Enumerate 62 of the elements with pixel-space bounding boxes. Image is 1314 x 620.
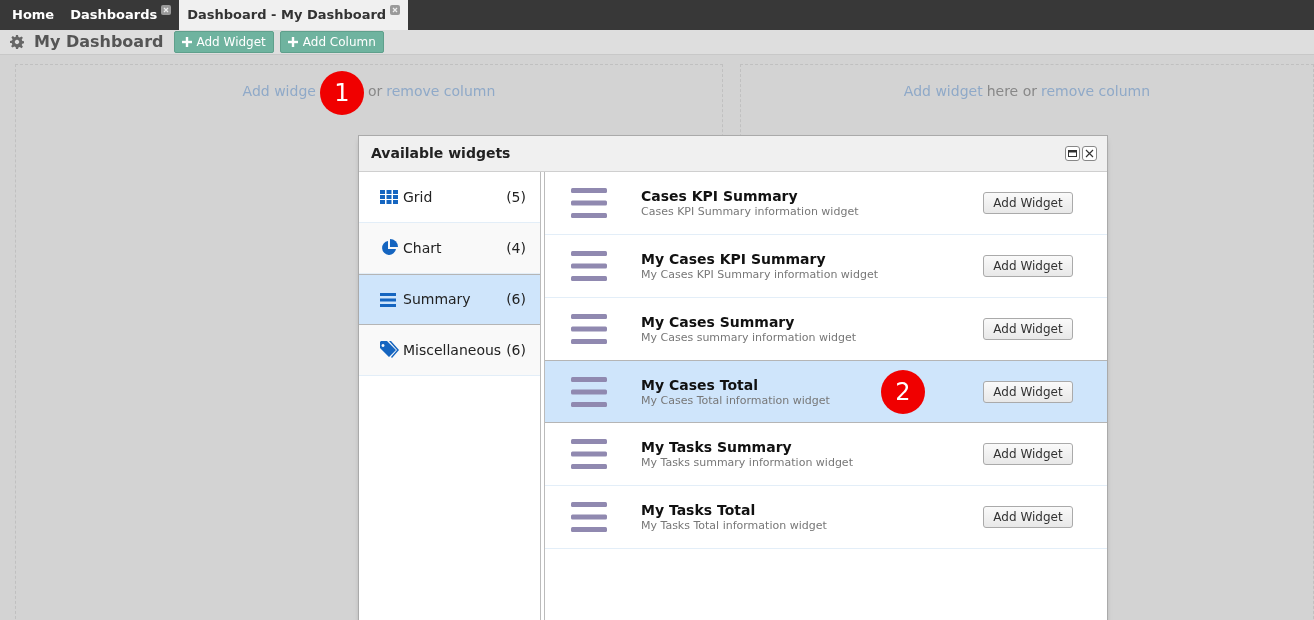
column-text: or — [367, 82, 383, 101]
widget-title: Cases KPI Summary — [641, 188, 799, 205]
widget-icon — [571, 188, 607, 218]
widget-icon — [571, 314, 607, 344]
widget-description: My Cases KPI Summary information widget — [641, 268, 879, 281]
widget-description: My Tasks summary information widget — [641, 456, 854, 469]
category-item[interactable]: Miscellaneous (6) — [359, 325, 540, 376]
category-label: Summary — [403, 290, 472, 309]
widget-icon — [571, 251, 607, 281]
plus-icon — [181, 37, 192, 47]
pie-chart-icon — [380, 239, 398, 257]
widget-description: My Cases Total information widget — [641, 393, 831, 407]
widget-title: My Cases Total — [641, 376, 759, 394]
tab[interactable]: Home — [4, 0, 63, 30]
widget-title: My Cases KPI Summary — [641, 251, 827, 268]
tags-icon — [380, 341, 400, 359]
category-count: (5) — [506, 187, 526, 207]
widget-title: My Cases Summary — [641, 314, 796, 331]
widget-row[interactable]: Cases KPI Summary Cases KPI Summary information widget Add Widget — [545, 172, 1107, 235]
add-widget-button[interactable]: Add Widget — [983, 506, 1073, 528]
category-item[interactable]: Summary (6) — [359, 274, 540, 325]
add-widget-button[interactable]: Add Widget — [983, 318, 1073, 340]
maximize-button[interactable] — [1065, 146, 1080, 161]
category-count: (6) — [506, 290, 526, 309]
add-widget-button[interactable]: Add Widget — [983, 255, 1073, 277]
widget-row[interactable]: My Cases KPI Summary My Cases KPI Summary information widget Add Widget — [545, 235, 1107, 298]
add-widget-button[interactable]: Add Widget — [983, 443, 1073, 465]
add-widget-button[interactable]: Add Widget — [983, 380, 1073, 403]
widget-icon — [571, 376, 607, 407]
add-widget-button[interactable]: Add Widget — [983, 192, 1073, 214]
category-label: Grid — [403, 187, 434, 207]
callout-badge: 1 — [319, 71, 364, 115]
maximize-icon — [1068, 150, 1077, 157]
category-label: Miscellaneous — [403, 340, 503, 360]
widget-row[interactable]: My Cases Total My Cases Total information widget 2 Add Widget — [545, 360, 1107, 423]
column-text: here or — [986, 82, 1037, 101]
tab[interactable]: Dashboards — [62, 0, 180, 30]
close-icon — [1085, 149, 1094, 158]
widget-row[interactable]: My Tasks Summary My Tasks summary information widget Add Widget — [545, 423, 1107, 486]
dashboard-title: My Dashboard — [34, 31, 164, 53]
widget-title: My Tasks Summary — [641, 439, 793, 456]
menu-lines-icon — [380, 292, 396, 307]
widget-row[interactable]: My Tasks Total My Tasks Total information widget Add Widget — [545, 486, 1107, 549]
category-label: Chart — [403, 238, 443, 258]
grid-icon — [380, 190, 398, 204]
plus-icon — [287, 37, 298, 47]
callout-badge: 2 — [881, 369, 925, 414]
widget-description: My Cases summary information widget — [641, 331, 858, 344]
close-icon[interactable] — [161, 5, 172, 15]
widget-description: My Tasks Total information widget — [641, 519, 828, 532]
category-item[interactable]: Grid (5) — [359, 172, 540, 223]
widget-title: My Tasks Total — [641, 502, 757, 519]
widget-icon — [571, 439, 607, 469]
widget-icon — [571, 502, 607, 532]
tab[interactable]: Dashboard - My Dashboard — [179, 0, 409, 30]
category-count: (4) — [506, 238, 526, 258]
category-item[interactable]: Chart (4) — [359, 223, 540, 274]
settings-icon[interactable] — [10, 35, 24, 49]
category-count: (6) — [506, 340, 526, 360]
widget-description: Cases KPI Summary information widget — [641, 205, 860, 218]
close-button[interactable] — [1082, 146, 1097, 161]
dialog-title: Available widgets — [371, 144, 512, 163]
